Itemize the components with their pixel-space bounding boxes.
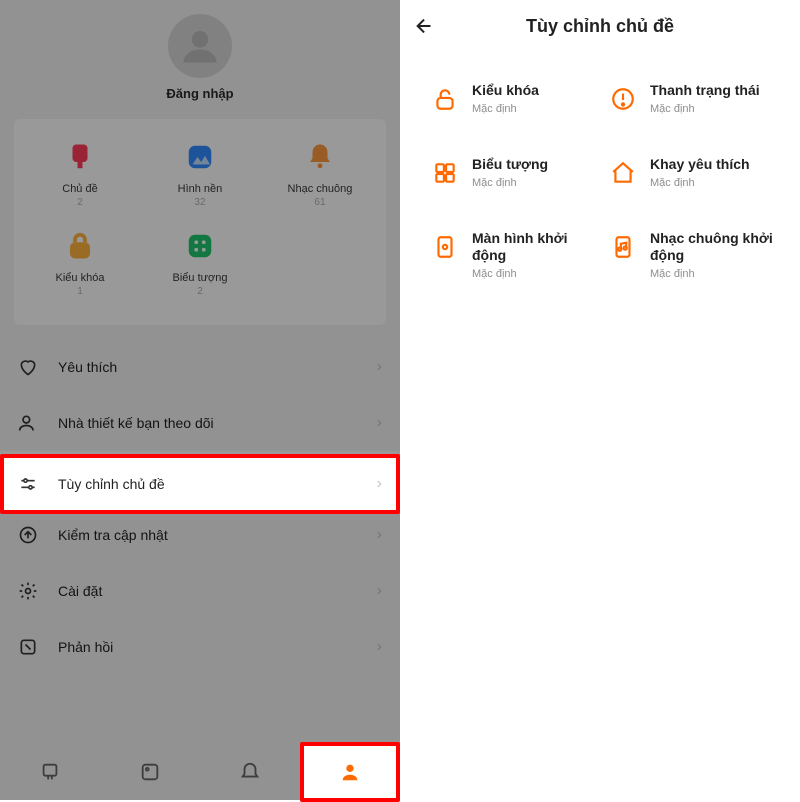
theme-label: Thanh trạng thái xyxy=(650,82,760,99)
lock-icon xyxy=(428,82,462,116)
dash-label: Chủ đề xyxy=(20,183,140,195)
menu-row-check-update[interactable]: Kiểm tra cập nhật › xyxy=(0,507,400,563)
dash-wallpaper[interactable]: Hình nền 32 xyxy=(140,137,260,208)
dash-label: Biểu tượng xyxy=(140,272,260,284)
theme-sub: Mặc định xyxy=(650,103,760,115)
menu-row-feedback[interactable]: Phản hồi › xyxy=(0,619,400,675)
sliders-icon xyxy=(18,474,40,494)
gear-icon xyxy=(18,581,40,601)
theme-sub: Mặc định xyxy=(650,177,750,189)
theme-item-statusbar[interactable]: Thanh trạng thái Mặc định xyxy=(600,82,790,156)
chevron-right-icon: › xyxy=(377,638,382,656)
page-title: Tùy chỉnh chủ đề xyxy=(448,16,752,37)
theme-label: Kiểu khóa xyxy=(472,82,539,99)
menu-row-designers[interactable]: Nhà thiết kế bạn theo dõi › xyxy=(0,395,400,451)
menu-label: Kiểm tra cập nhật xyxy=(58,527,377,543)
arrow-left-icon xyxy=(414,15,436,37)
theme-item-bootsound[interactable]: Nhạc chuông khởi động Mặc định xyxy=(600,230,790,320)
dash-label: Hình nền xyxy=(140,183,260,195)
chevron-right-icon: › xyxy=(377,526,382,544)
brush-icon xyxy=(39,761,61,783)
signin-button[interactable]: Đăng nhập xyxy=(0,86,400,101)
dash-lock[interactable]: Kiểu khóa 1 xyxy=(20,226,140,297)
theme-label: Biểu tượng xyxy=(472,156,548,173)
menu-row-favorites[interactable]: Yêu thích › xyxy=(0,339,400,395)
page-header: Tùy chỉnh chủ đề xyxy=(400,0,800,52)
nav-wallpaper[interactable] xyxy=(100,744,200,800)
dash-label: Kiểu khóa xyxy=(20,272,140,284)
dash-count: 2 xyxy=(20,197,140,208)
dash-count: 32 xyxy=(140,197,260,208)
theme-grid: Kiểu khóa Mặc định Thanh trạng thái Mặc … xyxy=(400,52,800,320)
dash-icons[interactable]: Biểu tượng 2 xyxy=(140,226,260,297)
grid-icon xyxy=(428,156,462,190)
theme-sub: Mặc định xyxy=(472,268,594,280)
menu-label: Yêu thích xyxy=(58,359,377,375)
menu-label: Tùy chỉnh chủ đề xyxy=(58,476,377,492)
menu-row-settings[interactable]: Cài đặt › xyxy=(0,563,400,619)
dash-count: 61 xyxy=(260,197,380,208)
menu-label: Nhà thiết kế bạn theo dõi xyxy=(58,415,377,431)
heart-icon xyxy=(18,357,40,377)
picture-icon xyxy=(139,761,161,783)
theme-label: Nhạc chuông khởi động xyxy=(650,230,784,264)
nav-home[interactable] xyxy=(0,744,100,800)
profile-area: Đăng nhập xyxy=(0,0,400,101)
chevron-right-icon: › xyxy=(377,414,382,432)
chevron-right-icon: › xyxy=(377,358,382,376)
person-icon xyxy=(18,413,40,433)
theme-item-dock[interactable]: Khay yêu thích Mặc định xyxy=(600,156,790,230)
bell-icon xyxy=(239,761,261,783)
dash-label: Nhạc chuông xyxy=(260,183,380,195)
stats-card: Chủ đề 2 Hình nền 32 Nhạc chuông 61 Kiểu… xyxy=(14,119,386,325)
dash-count: 1 xyxy=(20,286,140,297)
chevron-right-icon: › xyxy=(377,475,382,493)
back-button[interactable] xyxy=(414,15,448,37)
menu-label: Cài đặt xyxy=(58,583,377,599)
theme-label: Khay yêu thích xyxy=(650,156,750,173)
theme-sub: Mặc định xyxy=(650,268,784,280)
theme-item-lock[interactable]: Kiểu khóa Mặc định xyxy=(410,82,600,156)
dash-ringtone[interactable]: Nhạc chuông 61 xyxy=(260,137,380,208)
nav-notifications[interactable] xyxy=(200,744,300,800)
chevron-right-icon: › xyxy=(377,582,382,600)
theme-item-icons[interactable]: Biểu tượng Mặc định xyxy=(410,156,600,230)
update-icon xyxy=(18,525,40,545)
home-icon xyxy=(606,156,640,190)
theme-label: Màn hình khởi động xyxy=(472,230,594,264)
status-icon xyxy=(606,82,640,116)
ringboot-icon xyxy=(606,230,640,264)
boot-icon xyxy=(428,230,462,264)
theme-item-bootscreen[interactable]: Màn hình khởi động Mặc định xyxy=(410,230,600,320)
menu-label: Phản hồi xyxy=(58,639,377,655)
dash-theme[interactable]: Chủ đề 2 xyxy=(20,137,140,208)
feedback-icon xyxy=(18,637,40,657)
dash-count: 2 xyxy=(140,286,260,297)
avatar[interactable] xyxy=(168,14,232,78)
theme-sub: Mặc định xyxy=(472,103,539,115)
theme-sub: Mặc định xyxy=(472,177,548,189)
